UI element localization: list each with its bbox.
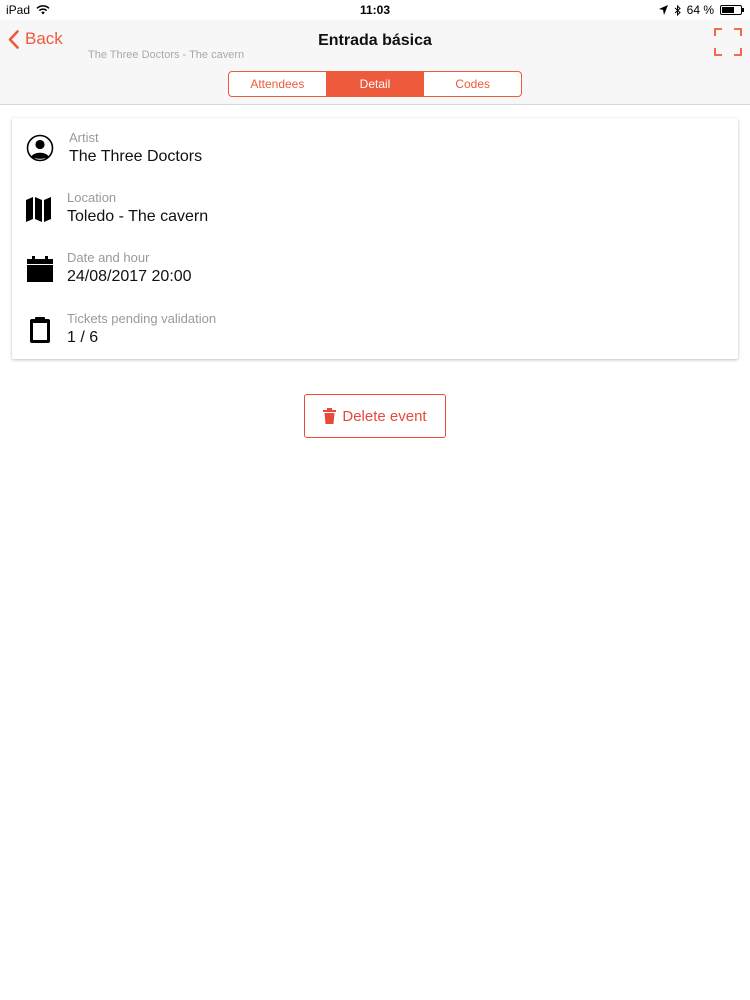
- status-bar: iPad 11:03 64 %: [0, 0, 750, 20]
- detail-label: Tickets pending validation: [67, 311, 217, 326]
- detail-value: 1 / 6: [67, 329, 99, 346]
- detail-value: Toledo - The cavern: [67, 208, 209, 225]
- calendar-icon: [27, 256, 53, 282]
- page-subtitle: The Three Doctors - The cavern: [88, 49, 245, 61]
- navigation-bar: Back Entrada básica The Three Doctors - …: [0, 20, 750, 105]
- page-title: Entrada básica: [318, 32, 432, 49]
- person-icon: [26, 134, 54, 162]
- detail-label: Location: [67, 190, 117, 205]
- tab-attendees[interactable]: Attendees: [229, 72, 327, 96]
- battery-icon: [720, 5, 744, 15]
- detail-row-artist: Artist The Three Doctors: [12, 130, 738, 186]
- detail-row-location: Location Toledo - The cavern: [12, 190, 738, 246]
- event-detail-card: Artist The Three Doctors Location Toledo…: [12, 118, 738, 359]
- scan-icon[interactable]: [714, 28, 742, 56]
- delete-event-button[interactable]: Delete event: [304, 394, 446, 438]
- detail-row-date: Date and hour 24/08/2017 20:00: [12, 250, 738, 306]
- trash-icon: [323, 408, 337, 424]
- status-right: 64 %: [658, 3, 744, 17]
- tab-detail[interactable]: Detail: [326, 72, 425, 96]
- battery-percent: 64 %: [686, 3, 714, 17]
- delete-event-label: Delete event: [342, 407, 427, 425]
- detail-row-tickets: Tickets pending validation 1 / 6: [12, 311, 738, 367]
- clipboard-icon: [30, 317, 50, 343]
- tab-codes[interactable]: Codes: [424, 72, 521, 96]
- detail-value: The Three Doctors: [69, 148, 203, 165]
- tab-bar: Attendees Detail Codes: [228, 71, 522, 97]
- detail-label: Artist: [69, 130, 99, 145]
- map-icon: [26, 197, 51, 222]
- location-arrow-icon: [658, 5, 668, 15]
- bluetooth-icon: [674, 4, 681, 16]
- detail-value: 24/08/2017 20:00: [67, 268, 192, 285]
- detail-label: Date and hour: [67, 250, 150, 265]
- status-time: 11:03: [359, 3, 391, 17]
